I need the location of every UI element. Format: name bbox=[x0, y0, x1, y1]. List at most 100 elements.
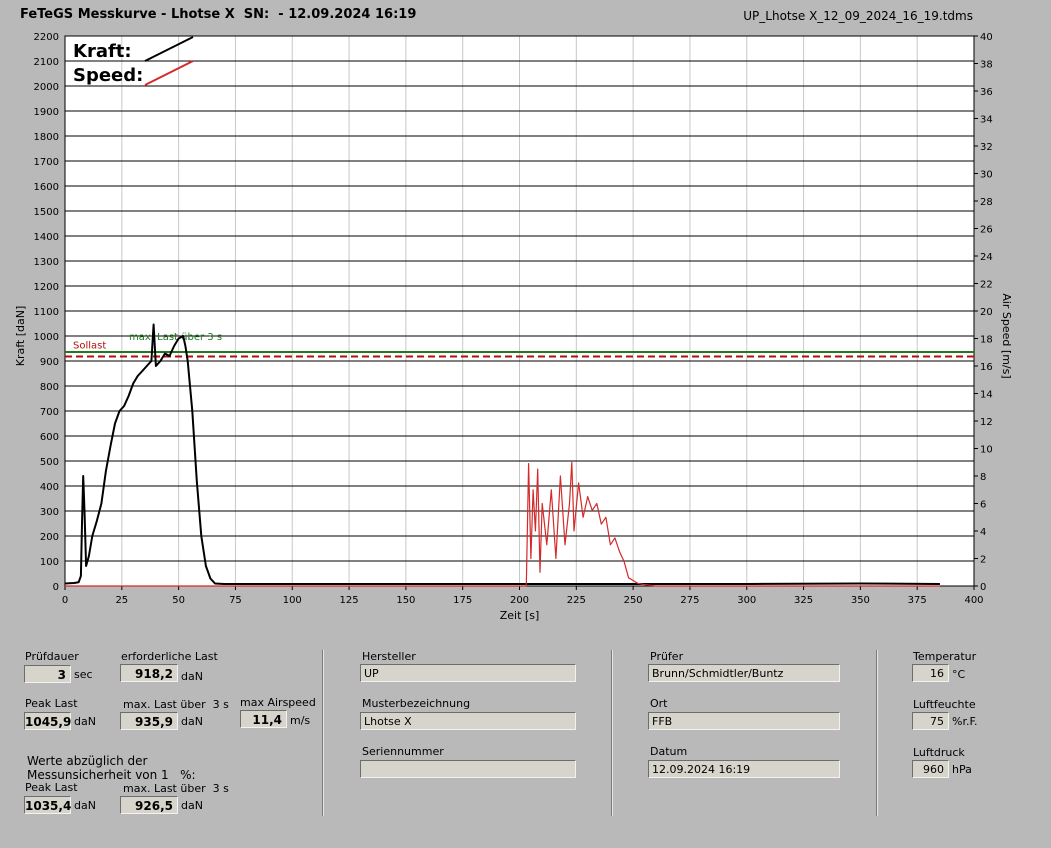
x-tick-label: 200 bbox=[510, 595, 529, 606]
separator bbox=[611, 650, 613, 816]
y-tick-label: 1200 bbox=[34, 282, 59, 293]
measurement-chart: 0 25 50 75 100 125 150 175 200 225 250 275 300 325 350… bbox=[14, 32, 1013, 622]
datum-field: 12.09.2024 16:19 bbox=[648, 760, 840, 778]
peak-last-corr-unit: daN bbox=[74, 799, 96, 812]
luftfeuchte-value: 75 bbox=[912, 712, 949, 730]
y2-tick-label: 2 bbox=[980, 555, 986, 566]
y2-tick-label: 8 bbox=[980, 472, 986, 483]
pruefdauer-unit: sec bbox=[74, 668, 93, 681]
max-last-unit: daN bbox=[181, 715, 203, 728]
y2-tick-label: 6 bbox=[980, 500, 986, 511]
y2-tick-label: 10 bbox=[980, 445, 993, 456]
y2-tick-label: 28 bbox=[980, 197, 993, 208]
hersteller-field: UP bbox=[360, 664, 576, 682]
max-airspeed-unit: m/s bbox=[290, 714, 311, 727]
legend-label: Speed: bbox=[73, 65, 143, 86]
y-tick-label: 1400 bbox=[34, 232, 59, 243]
max-airspeed-value: 11,4 bbox=[240, 710, 287, 728]
y-tick-label: 1600 bbox=[34, 182, 59, 193]
y-tick-label: 100 bbox=[40, 557, 59, 568]
x-tick-label: 175 bbox=[453, 595, 472, 606]
separator bbox=[876, 650, 878, 816]
y2-tick-label: 0 bbox=[980, 582, 986, 593]
max-airspeed-label: max Airspeed bbox=[240, 696, 316, 709]
x-tick-label: 400 bbox=[964, 595, 983, 606]
y2-tick-label: 20 bbox=[980, 307, 993, 318]
y-tick-label: 700 bbox=[40, 407, 59, 418]
muster-field: Lhotse X bbox=[360, 712, 576, 730]
x-tick-label: 375 bbox=[908, 595, 927, 606]
y2-tick-label: 38 bbox=[980, 60, 993, 71]
y-tick-label: 2000 bbox=[34, 82, 59, 93]
y2-tick-label: 24 bbox=[980, 252, 993, 263]
peak-last-value: 1045,9 bbox=[24, 712, 71, 730]
y-tick-label: 2200 bbox=[34, 32, 59, 43]
serien-label: Seriennummer bbox=[362, 745, 444, 758]
y-tick-label: 1000 bbox=[34, 332, 59, 343]
y-tick-label: 800 bbox=[40, 382, 59, 393]
y2-axis-label: Air Speed [m/s] bbox=[1000, 293, 1013, 378]
y2-tick-label: 32 bbox=[980, 142, 993, 153]
erforderliche-last-label: erforderliche Last bbox=[121, 650, 218, 663]
peak-last-label: Peak Last bbox=[25, 697, 78, 710]
y-tick-label: 1500 bbox=[34, 207, 59, 218]
y-tick-label: 1900 bbox=[34, 107, 59, 118]
x-tick-label: 125 bbox=[340, 595, 359, 606]
x-axis-label: Zeit [s] bbox=[500, 609, 539, 622]
y-tick-label: 0 bbox=[53, 582, 59, 593]
ort-label: Ort bbox=[650, 697, 668, 710]
ort-field: FFB bbox=[648, 712, 840, 730]
x-tick-label: 100 bbox=[283, 595, 302, 606]
y-tick-label: 1100 bbox=[34, 307, 59, 318]
max-last-label: max. Last über 3 s bbox=[123, 698, 229, 711]
y-axis-label: Kraft [daN] bbox=[14, 306, 27, 367]
x-tick-label: 300 bbox=[737, 595, 756, 606]
y-tick-label: 1700 bbox=[34, 157, 59, 168]
x-tick-label: 150 bbox=[396, 595, 415, 606]
y-tick-label: 1800 bbox=[34, 132, 59, 143]
peak-last-corr-value: 1035,4 bbox=[24, 796, 71, 814]
y-tick-label: 300 bbox=[40, 507, 59, 518]
legend-label: Kraft: bbox=[73, 41, 132, 62]
serien-field bbox=[360, 760, 576, 778]
pruefdauer-value: 3 bbox=[24, 665, 71, 683]
hersteller-label: Hersteller bbox=[362, 650, 416, 663]
y-tick-label: 400 bbox=[40, 482, 59, 493]
peak-last-unit: daN bbox=[74, 715, 96, 728]
max-last-corr-unit: daN bbox=[181, 799, 203, 812]
luftfeuchte-unit: %r.F. bbox=[952, 715, 978, 728]
y2-tick-label: 4 bbox=[980, 527, 986, 538]
x-tick-label: 275 bbox=[680, 595, 699, 606]
y2-tick-label: 16 bbox=[980, 362, 993, 373]
temperatur-unit: °C bbox=[952, 668, 966, 681]
x-tick-label: 75 bbox=[229, 595, 242, 606]
y2-tick-label: 26 bbox=[980, 225, 993, 236]
y2-tick-label: 40 bbox=[980, 32, 993, 43]
luftdruck-unit: hPa bbox=[952, 763, 972, 776]
y2-tick-label: 30 bbox=[980, 170, 993, 181]
max-last-annotation: max. Last über 3 s bbox=[129, 332, 222, 343]
max-last-corr-value: 926,5 bbox=[120, 796, 178, 814]
peak-last-corr-label: Peak Last bbox=[25, 781, 78, 794]
werte-title: Werte abzüglich der Messunsicherheit von… bbox=[27, 754, 196, 782]
muster-label: Musterbezeichnung bbox=[362, 697, 471, 710]
y-tick-label: 500 bbox=[40, 457, 59, 468]
y-tick-label: 2100 bbox=[34, 57, 59, 68]
sollast-label: Sollast bbox=[73, 340, 106, 351]
y2-tick-label: 18 bbox=[980, 335, 993, 346]
x-tick-label: 250 bbox=[624, 595, 643, 606]
y-tick-label: 1300 bbox=[34, 257, 59, 268]
max-last-value: 935,9 bbox=[120, 712, 178, 730]
pruefer-field: Brunn/Schmidtler/Buntz bbox=[648, 664, 840, 682]
y-tick-label: 600 bbox=[40, 432, 59, 443]
x-tick-label: 0 bbox=[62, 595, 68, 606]
luftdruck-label: Luftdruck bbox=[913, 746, 965, 759]
luftfeuchte-label: Luftfeuchte bbox=[913, 698, 976, 711]
x-tick-label: 325 bbox=[794, 595, 813, 606]
erforderliche-last-value: 918,2 bbox=[120, 664, 178, 682]
y2-tick-label: 34 bbox=[980, 115, 993, 126]
erforderliche-last-unit: daN bbox=[181, 670, 203, 683]
x-tick-label: 225 bbox=[567, 595, 586, 606]
y-tick-label: 200 bbox=[40, 532, 59, 543]
pruefdauer-label: Prüfdauer bbox=[25, 650, 79, 663]
